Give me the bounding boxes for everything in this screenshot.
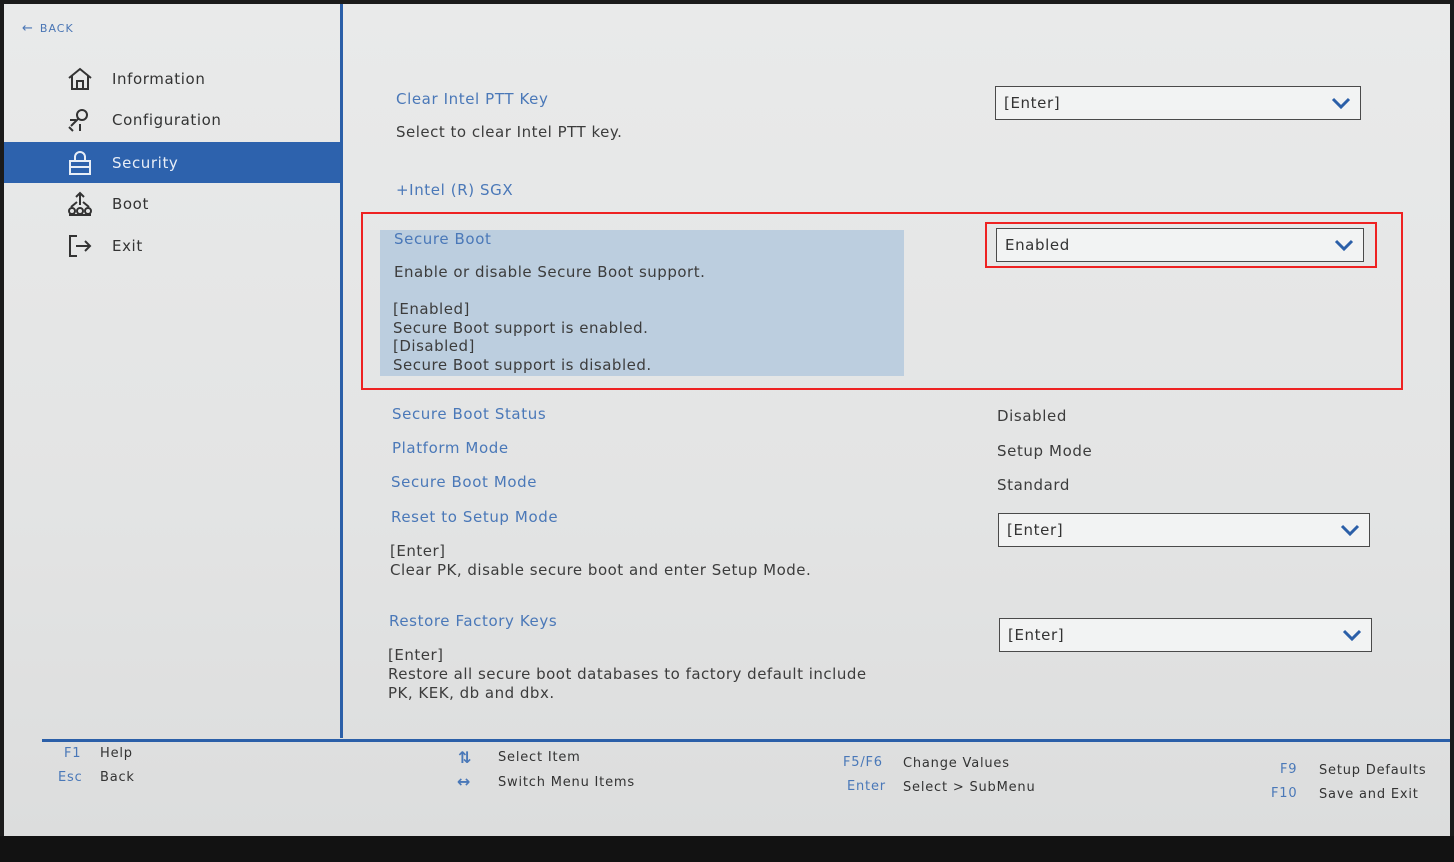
chevron-down-icon bbox=[1331, 97, 1351, 110]
reset-setup-mode-desc: [Enter] Clear PK, disable secure boot an… bbox=[390, 542, 812, 579]
f5f6-key: F5/F6 bbox=[843, 755, 883, 770]
chevron-down-icon bbox=[1340, 524, 1360, 537]
restore-factory-keys-title[interactable]: Restore Factory Keys bbox=[389, 612, 557, 630]
f1-key: F1 bbox=[64, 746, 82, 761]
sidebar-item-label: Boot bbox=[112, 195, 149, 213]
sidebar-item-boot[interactable]: Boot bbox=[4, 184, 340, 224]
sidebar-item-information[interactable]: Information bbox=[4, 59, 340, 99]
bios-screen: ← BACK Information Configuration Securit… bbox=[4, 4, 1450, 836]
sidebar-item-label: Exit bbox=[112, 237, 143, 255]
clear-ptt-dropdown[interactable]: [Enter] bbox=[995, 86, 1361, 120]
up-down-arrows-icon: ⇅ bbox=[458, 748, 472, 767]
lock-icon bbox=[66, 149, 94, 177]
platform-mode-title: Platform Mode bbox=[392, 439, 509, 457]
sidebar-item-configuration[interactable]: Configuration bbox=[4, 100, 340, 140]
secure-boot-status-title: Secure Boot Status bbox=[392, 405, 547, 423]
sidebar-divider bbox=[340, 4, 343, 738]
f10-key: F10 bbox=[1271, 786, 1298, 801]
chevron-down-icon bbox=[1342, 629, 1362, 642]
restore-factory-keys-desc: [Enter] Restore all secure boot database… bbox=[388, 646, 867, 702]
select-item-desc: Select Item bbox=[498, 750, 581, 765]
restore-factory-keys-dropdown[interactable]: [Enter] bbox=[999, 618, 1372, 652]
platform-mode-value: Setup Mode bbox=[997, 442, 1093, 460]
exit-icon bbox=[66, 232, 94, 260]
home-icon bbox=[66, 65, 94, 93]
dropdown-value: [Enter] bbox=[1008, 626, 1065, 644]
secure-boot-mode-title: Secure Boot Mode bbox=[391, 473, 538, 491]
clear-ptt-desc: Select to clear Intel PTT key. bbox=[396, 123, 623, 141]
arrow-left-icon: ← bbox=[22, 21, 34, 36]
intel-sgx-link[interactable]: +Intel (R) SGX bbox=[396, 181, 513, 199]
switch-menu-desc: Switch Menu Items bbox=[498, 775, 635, 790]
f10-desc: Save and Exit bbox=[1319, 787, 1419, 802]
f5f6-desc: Change Values bbox=[903, 756, 1010, 771]
sidebar-item-label: Security bbox=[112, 153, 179, 172]
configuration-icon bbox=[66, 106, 94, 134]
sidebar-item-label: Information bbox=[112, 70, 206, 88]
f1-desc: Help bbox=[100, 746, 133, 761]
back-link[interactable]: ← BACK bbox=[22, 21, 74, 36]
annotation-box-dropdown bbox=[985, 222, 1377, 268]
enter-key: Enter bbox=[847, 779, 886, 794]
monitor-bezel bbox=[0, 836, 1454, 862]
reset-setup-mode-title[interactable]: Reset to Setup Mode bbox=[391, 508, 558, 526]
f9-key: F9 bbox=[1280, 762, 1298, 777]
back-label: BACK bbox=[39, 22, 74, 35]
enter-desc: Select > SubMenu bbox=[903, 780, 1036, 795]
boot-icon bbox=[66, 190, 94, 218]
f9-desc: Setup Defaults bbox=[1319, 763, 1427, 778]
sidebar-item-security[interactable]: Security bbox=[4, 142, 340, 183]
sidebar-item-label: Configuration bbox=[112, 111, 222, 129]
left-right-arrows-icon: ↔ bbox=[457, 772, 471, 791]
sidebar-item-exit[interactable]: Exit bbox=[4, 226, 340, 266]
sidebar: ← BACK Information Configuration Securit… bbox=[4, 4, 340, 740]
esc-desc: Back bbox=[100, 770, 135, 785]
esc-key: Esc bbox=[58, 770, 83, 785]
footer-divider bbox=[42, 739, 1450, 742]
secure-boot-mode-value: Standard bbox=[997, 476, 1071, 494]
secure-boot-status-value: Disabled bbox=[997, 407, 1067, 425]
dropdown-value: [Enter] bbox=[1004, 94, 1061, 112]
clear-ptt-title[interactable]: Clear Intel PTT Key bbox=[396, 90, 548, 108]
reset-setup-mode-dropdown[interactable]: [Enter] bbox=[998, 513, 1370, 547]
dropdown-value: [Enter] bbox=[1007, 521, 1064, 539]
